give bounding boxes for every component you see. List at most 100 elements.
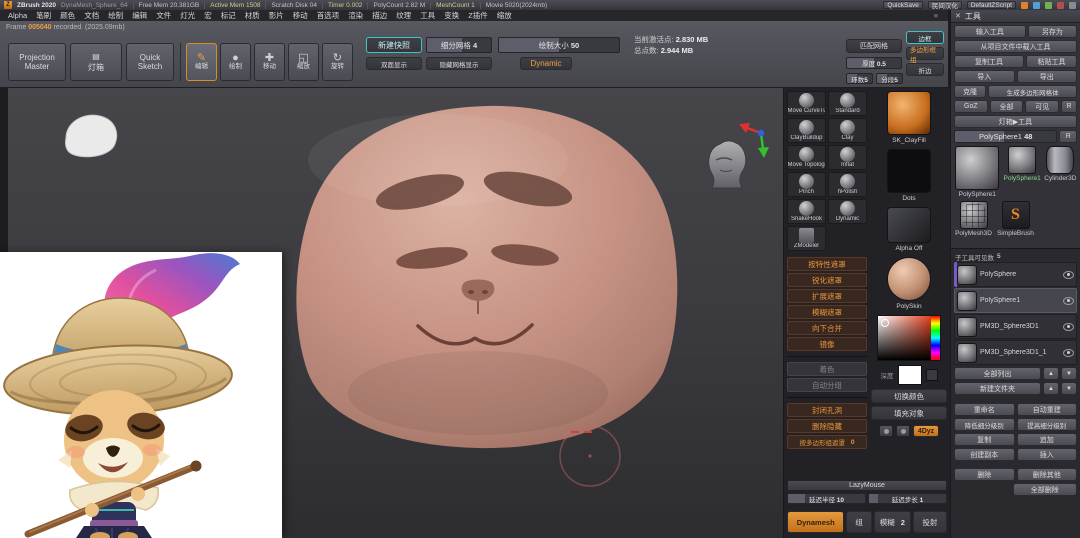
brush-item[interactable]: Move CurveTube bbox=[787, 91, 826, 116]
merge-down-button[interactable]: 向下合并 bbox=[787, 321, 867, 335]
brush-item[interactable]: hPolish bbox=[828, 172, 867, 197]
match-mesh-button[interactable]: 匹配网格 bbox=[846, 39, 902, 53]
switch-color-button[interactable]: 切换颜色 bbox=[871, 389, 947, 403]
visibility-eye-icon[interactable] bbox=[1063, 322, 1074, 331]
thickness-slider[interactable]: 厚度 0.5 bbox=[846, 57, 902, 69]
menu-item[interactable]: 影片 bbox=[269, 10, 284, 21]
menu-item[interactable]: 颜色 bbox=[60, 10, 75, 21]
menu-item[interactable]: 变换 bbox=[444, 10, 459, 21]
dynamesh-button[interactable]: Dynamesh bbox=[787, 511, 845, 533]
subtool-down-button[interactable]: ▼ bbox=[1061, 367, 1077, 380]
lazy-step-slider[interactable]: 延迟步长 1 bbox=[868, 493, 947, 504]
create-copy-button[interactable]: 创建副本 bbox=[954, 448, 1015, 461]
close-icon[interactable]: ✕ bbox=[955, 12, 961, 20]
menu-item[interactable]: 移动 bbox=[293, 10, 308, 21]
brush-item[interactable]: Standard bbox=[828, 91, 867, 116]
blur-mask-button[interactable]: 模糊遮罩 bbox=[787, 305, 867, 319]
zscript-button[interactable]: DefaultZScript bbox=[966, 1, 1016, 9]
draw-mode-button[interactable]: ● 绘制 bbox=[220, 43, 251, 81]
import-button[interactable]: 导入 bbox=[954, 70, 1015, 83]
grow-mask-button[interactable]: 扩展遮罩 bbox=[787, 289, 867, 303]
border-toggle[interactable]: 边框 bbox=[906, 31, 944, 44]
save-as-button[interactable]: 另存为 bbox=[1027, 25, 1077, 38]
titlebar-icon-1[interactable] bbox=[1021, 1, 1028, 9]
mini-icon-button-1[interactable] bbox=[878, 425, 893, 437]
lower-subdiv-button[interactable]: 降低细分级别 bbox=[954, 418, 1015, 431]
goz-visible-button[interactable]: 可见 bbox=[1025, 100, 1060, 113]
menu-item[interactable]: Z插件 bbox=[468, 10, 488, 21]
view-bust-icon[interactable] bbox=[708, 140, 747, 189]
duplicate-button[interactable]: 复制 bbox=[954, 433, 1015, 446]
export-button[interactable]: 导出 bbox=[1016, 70, 1077, 83]
load-from-project-button[interactable]: 从项目文件中载入工具 bbox=[954, 40, 1077, 53]
color-picker[interactable] bbox=[877, 315, 941, 361]
goz-all-button[interactable]: 全部 bbox=[989, 100, 1024, 113]
menu-item[interactable]: 文件 bbox=[156, 10, 171, 21]
double-sided-button[interactable]: 双面显示 bbox=[366, 57, 422, 70]
menu-item[interactable]: 渲染 bbox=[348, 10, 363, 21]
lazy-radius-slider[interactable]: 延迟半径 10 bbox=[787, 493, 866, 504]
new-folder-button[interactable]: 新建文件夹 bbox=[954, 382, 1041, 395]
brush-item[interactable]: ZModeler bbox=[787, 226, 826, 251]
quicksave-button[interactable]: QuickSave bbox=[883, 1, 923, 9]
mirror-button[interactable]: 镜像 bbox=[787, 337, 867, 351]
sharpen-mask-button[interactable]: 锐化遮罩 bbox=[787, 273, 867, 287]
subtool-row[interactable]: PM3D_Sphere3D1_1 bbox=[954, 340, 1077, 365]
close-holes-button[interactable]: 封闭孔洞 bbox=[787, 403, 867, 417]
load-tool-button[interactable]: 输入工具 bbox=[954, 25, 1026, 38]
menu-item[interactable]: 标记 bbox=[221, 10, 236, 21]
mask-by-polygroup-button[interactable]: 按多边形组遮罩 0 bbox=[787, 435, 867, 449]
plugin-button[interactable]: 民间汉化 bbox=[927, 1, 962, 10]
visibility-eye-icon[interactable] bbox=[1063, 296, 1074, 305]
append-button[interactable]: 追加 bbox=[1016, 433, 1077, 446]
dynamic-toggle[interactable]: Dynamic bbox=[520, 57, 572, 70]
secondary-color-swatch[interactable] bbox=[925, 369, 938, 381]
snapshot-button[interactable]: 新建快照 bbox=[366, 37, 422, 53]
tool-thumbnail-active[interactable] bbox=[955, 146, 1000, 190]
tool-thumbnail-polymesh[interactable] bbox=[959, 201, 988, 229]
current-color-swatch[interactable] bbox=[897, 365, 922, 385]
current-brush-preview[interactable] bbox=[887, 91, 931, 135]
crease-toggle[interactable]: 折边 bbox=[906, 63, 944, 76]
menu-item[interactable]: 材质 bbox=[245, 10, 260, 21]
subtool-row[interactable]: PolySphere1 bbox=[954, 288, 1077, 313]
mini-icon-button-2[interactable] bbox=[895, 425, 910, 437]
menu-item[interactable]: 宏 bbox=[204, 10, 212, 21]
fill-object-button[interactable]: 填充对象 bbox=[871, 406, 947, 420]
tool-thumbnail-cylinder[interactable] bbox=[1046, 146, 1075, 174]
menu-item[interactable]: 绘制 bbox=[108, 10, 123, 21]
brush-item[interactable]: Move Topological bbox=[787, 145, 826, 170]
menu-item[interactable]: Alpha bbox=[8, 11, 27, 20]
copy-tool-button[interactable]: 复制工具 bbox=[954, 55, 1024, 68]
visibility-eye-icon[interactable] bbox=[1063, 270, 1074, 279]
brush-item[interactable]: SnakeHook bbox=[787, 199, 826, 224]
active-tool-slider[interactable]: PolySphere1 48 bbox=[954, 130, 1058, 143]
goz-r-button[interactable]: R bbox=[1061, 100, 1077, 113]
brush-item[interactable]: Dynamic bbox=[828, 199, 867, 224]
material-picker[interactable] bbox=[887, 257, 931, 301]
brush-item[interactable]: Clay bbox=[828, 118, 867, 143]
rename-button[interactable]: 重命名 bbox=[954, 403, 1015, 416]
menu-item[interactable]: 首选项 bbox=[317, 10, 340, 21]
hide-mesh-button[interactable]: 隐藏网格显示 bbox=[426, 57, 492, 70]
quick-sketch-button[interactable]: Quick Sketch bbox=[126, 43, 174, 81]
delete-other-button[interactable]: 删除其他 bbox=[1016, 468, 1077, 481]
tool-palette-header[interactable]: ✕ 工具 bbox=[951, 10, 1080, 23]
folder-up-button[interactable]: ▲ bbox=[1043, 382, 1059, 395]
move-mode-button[interactable]: ✚ 移动 bbox=[254, 43, 285, 81]
list-all-button[interactable]: 全部列出 bbox=[954, 367, 1041, 380]
make-polymesh-button[interactable]: 生成多边形网格体 bbox=[988, 85, 1077, 98]
mask-by-feature-button[interactable]: 按特性遮罩 bbox=[787, 257, 867, 271]
delete-hidden-button[interactable]: 删除隐藏 bbox=[787, 419, 867, 433]
polyframe-toggle[interactable]: 多边形框组 bbox=[906, 47, 944, 64]
lightbox-tool-button[interactable]: 灯箱▶工具 bbox=[954, 115, 1077, 128]
visibility-eye-icon[interactable] bbox=[1063, 348, 1074, 357]
autogroup-button[interactable]: 自动分组 bbox=[787, 378, 867, 392]
menu-item[interactable]: 编辑 bbox=[132, 10, 147, 21]
menu-item[interactable]: 纹理 bbox=[396, 10, 411, 21]
auto-rebuild-button[interactable]: 自动重建 bbox=[1016, 403, 1077, 416]
dynamesh-groups-button[interactable]: 组 bbox=[846, 511, 872, 533]
4dyz-button[interactable]: 4Dyz bbox=[912, 425, 940, 437]
rings-slider[interactable]: 环数5 bbox=[846, 73, 873, 84]
tool-thumbnail[interactable] bbox=[1008, 146, 1037, 174]
